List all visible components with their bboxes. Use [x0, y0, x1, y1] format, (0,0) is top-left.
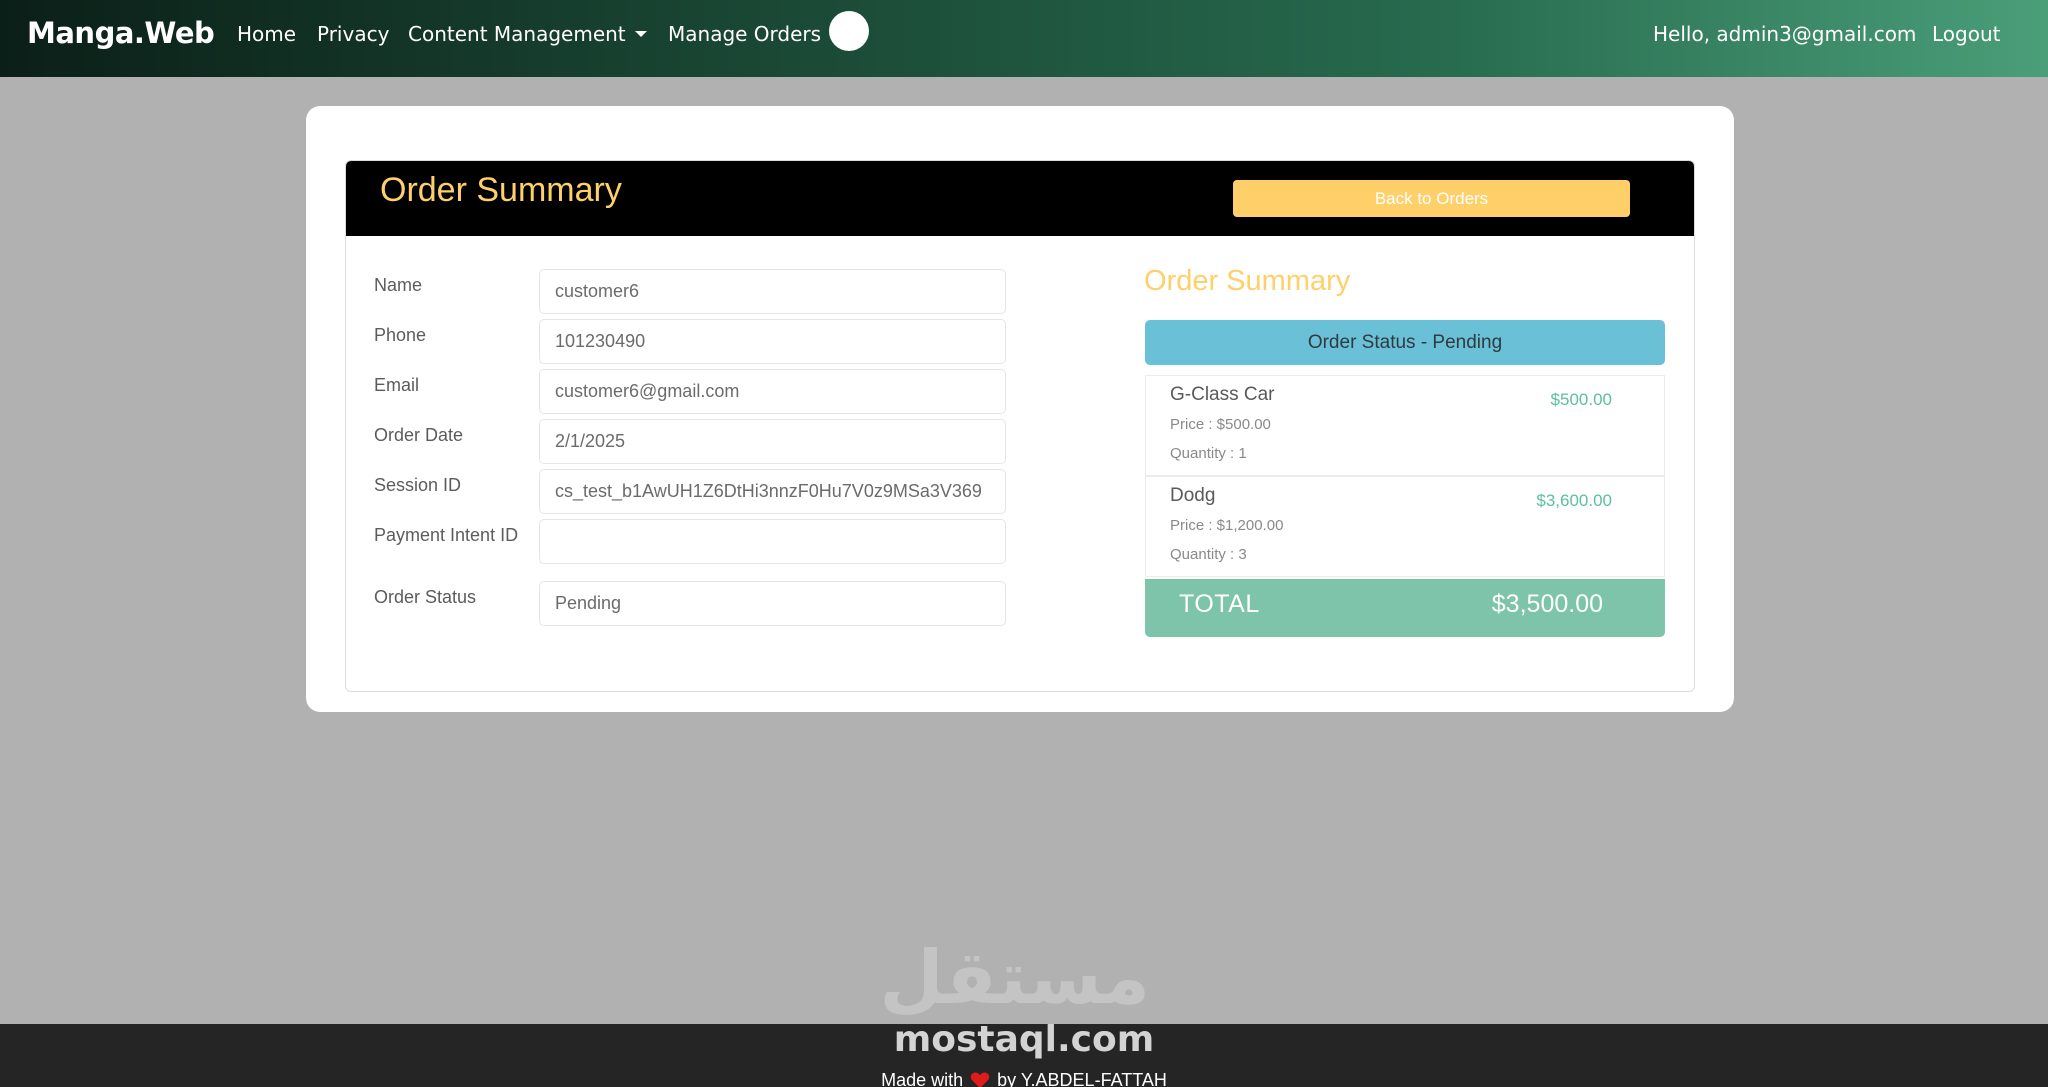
- nav-content-management-dropdown[interactable]: Content Management: [408, 22, 647, 46]
- session-id-field[interactable]: cs_test_b1AwUH1Z6DtHi3nnzF0Hu7V0z9MSa3V3…: [539, 469, 1006, 514]
- order-card: Order Summary Back to Orders Name custom…: [306, 106, 1734, 712]
- item-price: Price : $500.00: [1170, 416, 1271, 433]
- payment-intent-field[interactable]: [539, 519, 1006, 564]
- nav-content-management-label: Content Management: [408, 22, 626, 46]
- nav-home-link[interactable]: Home: [237, 22, 296, 46]
- session-id-label: Session ID: [374, 475, 462, 495]
- order-status-badge: Order Status - Pending: [1145, 320, 1665, 365]
- summary-title: Order Summary: [1144, 265, 1351, 297]
- back-to-orders-button[interactable]: Back to Orders: [1233, 180, 1630, 217]
- payment-intent-label: Payment Intent ID: [374, 525, 519, 545]
- top-navbar: Manga.Web Home Privacy Content Managemen…: [0, 0, 2048, 77]
- phone-field[interactable]: 101230490: [539, 319, 1006, 364]
- caret-down-icon: [634, 30, 647, 37]
- order-total-bar: TOTAL $3,500.00: [1145, 579, 1665, 637]
- email-field[interactable]: customer6@gmail.com: [539, 369, 1006, 414]
- item-price: Price : $1,200.00: [1170, 517, 1284, 534]
- order-date-field[interactable]: 2/1/2025: [539, 419, 1006, 464]
- email-label: Email: [374, 375, 420, 395]
- nav-privacy-link[interactable]: Privacy: [317, 22, 389, 46]
- watermark-arabic: مستقل: [879, 935, 1150, 1021]
- total-label: TOTAL: [1179, 590, 1260, 618]
- order-item: Dodg Price : $1,200.00 Quantity : 3 $3,6…: [1145, 476, 1665, 577]
- name-field[interactable]: customer6: [539, 269, 1006, 314]
- user-greeting-link[interactable]: Hello, admin3@gmail.com: [1653, 22, 1916, 46]
- item-total: $500.00: [1550, 390, 1612, 409]
- order-item: G-Class Car Price : $500.00 Quantity : 1…: [1145, 375, 1665, 476]
- footer-made-with: Made with: [881, 1070, 964, 1087]
- item-total: $3,600.00: [1536, 491, 1612, 510]
- footer-credit: Made with by Y.ABDEL-FATTAH: [0, 1068, 2048, 1087]
- name-label: Name: [374, 275, 423, 295]
- footer-author: by Y.ABDEL-FATTAH: [997, 1070, 1167, 1087]
- item-name: Dodg: [1170, 485, 1216, 506]
- logout-link[interactable]: Logout: [1932, 22, 2000, 46]
- heart-icon: [970, 1072, 990, 1087]
- order-status-label: Order Status: [374, 587, 477, 607]
- watermark-latin: mostaql.com: [893, 1019, 1155, 1060]
- item-quantity: Quantity : 1: [1170, 445, 1247, 462]
- order-panel: Order Summary Back to Orders Name custom…: [345, 160, 1695, 692]
- brand-logo[interactable]: Manga.Web: [27, 16, 215, 50]
- total-value: $3,500.00: [1491, 590, 1603, 618]
- item-name: G-Class Car: [1170, 384, 1275, 405]
- avatar-circle[interactable]: [829, 11, 869, 51]
- phone-label: Phone: [374, 325, 427, 345]
- panel-header: Order Summary Back to Orders: [346, 161, 1694, 236]
- order-date-label: Order Date: [374, 425, 464, 445]
- nav-manage-orders-link[interactable]: Manage Orders: [668, 22, 821, 46]
- order-status-field[interactable]: Pending: [539, 581, 1006, 626]
- item-quantity: Quantity : 3: [1170, 546, 1247, 563]
- page-title: Order Summary: [380, 171, 622, 209]
